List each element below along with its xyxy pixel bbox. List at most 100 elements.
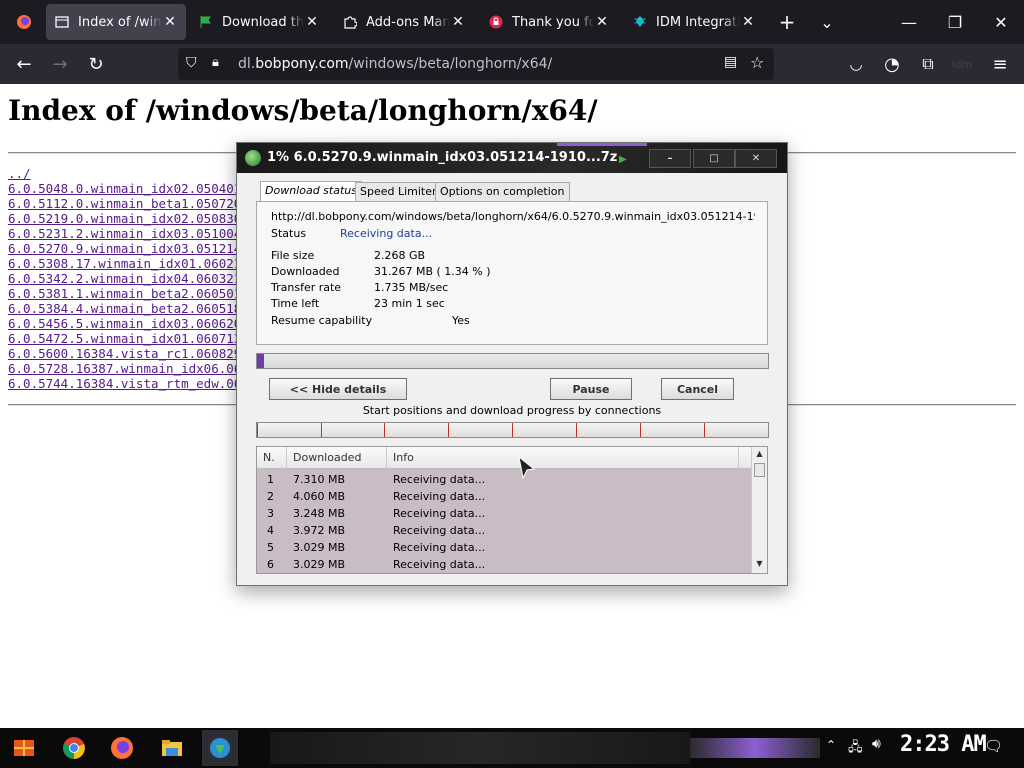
close-window-button[interactable]: ✕ <box>978 0 1024 44</box>
idm-extension-button[interactable]: idm <box>946 48 978 80</box>
file-link[interactable]: 6.0.5048.0.winmain_idx02.050401-0 <box>8 181 248 196</box>
minimize-button[interactable]: – <box>649 149 691 168</box>
account-button[interactable]: ◔ <box>876 48 908 80</box>
chrome-icon <box>63 737 85 759</box>
connections-progress-bar <box>256 422 769 438</box>
taskbar-chrome[interactable] <box>56 730 92 766</box>
file-size-value: 2.268 GB <box>374 249 426 262</box>
start-button[interactable] <box>6 730 42 766</box>
tab-speed-limiter[interactable]: Speed Limiter <box>355 182 442 201</box>
file-link[interactable]: 6.0.5308.17.winmain_idx01.060217- <box>8 256 248 271</box>
table-row[interactable]: 1 7.310 MB Receiving data... <box>257 471 751 488</box>
table-scrollbar[interactable]: ▲ ▼ <box>751 447 767 573</box>
tab-label: Add-ons Manager <box>366 14 450 30</box>
back-button[interactable]: ← <box>8 48 40 80</box>
transfer-rate-value: 1.735 MB/sec <box>374 281 449 294</box>
close-icon[interactable]: ✕ <box>450 14 466 30</box>
row-downloaded: 3.248 MB <box>293 507 346 520</box>
scroll-up-icon[interactable]: ▲ <box>754 449 765 461</box>
file-link[interactable]: 6.0.5112.0.winmain_beta1.050720-1 <box>8 196 248 211</box>
flag-icon: ▶ <box>619 154 627 165</box>
table-row[interactable]: 5 3.029 MB Receiving data... <box>257 539 751 556</box>
table-row[interactable]: 3 3.248 MB Receiving data... <box>257 505 751 522</box>
taskbar-file-explorer[interactable] <box>154 730 190 766</box>
tab-options-on-completion[interactable]: Options on completion <box>435 182 570 201</box>
reload-button[interactable]: ↻ <box>80 48 112 80</box>
row-downloaded: 3.029 MB <box>293 541 346 554</box>
row-info: Receiving data... <box>393 541 486 554</box>
file-link[interactable]: 6.0.5728.16387.winmain_idx06.0609 <box>8 361 248 376</box>
parent-directory-link[interactable]: ../ <box>8 166 248 181</box>
status-label: Status <box>271 227 307 240</box>
dialog-titlebar[interactable]: 1% 6.0.5270.9.winmain_idx03.051214-1910.… <box>237 143 787 173</box>
url-bar[interactable]: ⛉ 🔒︎ dl.bobpony.com/windows/beta/longhor… <box>178 48 774 80</box>
idm-icon: idm <box>951 57 973 71</box>
taskbar-idm[interactable] <box>202 730 238 766</box>
shield-icon[interactable]: ⛉ <box>186 55 197 71</box>
row-number: 3 <box>267 507 274 520</box>
hide-details-button[interactable]: << Hide details <box>269 378 407 400</box>
file-link[interactable]: 6.0.5456.5.winmain_idx03.060620-1 <box>8 316 248 331</box>
hamburger-icon: ≡ <box>992 53 1008 75</box>
file-link[interactable]: 6.0.5342.2.winmain_idx04.060321-1 <box>8 271 248 286</box>
tab-index-of[interactable]: Index of /windows/beta/longhorn/x64/ ✕ <box>46 4 186 40</box>
minimize-button[interactable]: — <box>886 0 932 44</box>
close-icon[interactable]: ✕ <box>594 14 610 30</box>
network-icon[interactable]: 🖧︎ <box>848 738 863 760</box>
firefox-view-button[interactable] <box>8 4 40 40</box>
reader-view-icon[interactable]: ▤ <box>724 54 737 70</box>
idm-icon <box>245 150 261 166</box>
menu-button[interactable]: ≡ <box>984 48 1016 80</box>
file-link[interactable]: 6.0.5600.16384.vista_rc1.060829-2 <box>8 346 248 361</box>
cancel-button[interactable]: Cancel <box>661 378 734 400</box>
file-link[interactable]: 6.0.5219.0.winmain_idx02.050830-2 <box>8 211 248 226</box>
close-icon[interactable]: ✕ <box>304 14 320 30</box>
reload-icon: ↻ <box>88 53 104 75</box>
row-info: Receiving data... <box>393 558 486 571</box>
scroll-thumb[interactable] <box>754 463 765 477</box>
taskbar-firefox[interactable] <box>104 730 140 766</box>
file-link[interactable]: 6.0.5381.1.winmain_beta2.060501-1 <box>8 286 248 301</box>
row-info: Receiving data... <box>393 507 486 520</box>
extensions-button[interactable]: ⧉ <box>912 48 944 80</box>
row-number: 6 <box>267 558 274 571</box>
column-header-n[interactable]: N. <box>257 447 287 469</box>
bookmark-star-icon[interactable]: ☆ <box>750 53 764 72</box>
account-icon: ◔ <box>884 53 900 75</box>
file-link[interactable]: 6.0.5744.16384.vista_rtm_edw.0610 <box>8 376 248 391</box>
tab-thank-you[interactable]: Thank you for IDM ✕ <box>480 4 618 40</box>
tab-label: Download the latest <box>222 14 304 30</box>
tab-label: Thank you for IDM <box>512 14 594 30</box>
puzzle-icon <box>342 14 358 30</box>
close-button[interactable]: ✕ <box>735 149 777 168</box>
column-header-downloaded[interactable]: Downloaded <box>287 447 387 469</box>
lock-icon[interactable]: 🔒︎ <box>212 55 219 70</box>
tab-download[interactable]: Download the latest ✕ <box>190 4 328 40</box>
table-row[interactable]: 6 3.029 MB Receiving data... <box>257 556 751 573</box>
close-icon[interactable]: ✕ <box>162 14 178 30</box>
tab-addons[interactable]: Add-ons Manager ✕ <box>334 4 474 40</box>
taskbar-clock[interactable]: 2:23 AM <box>900 732 987 757</box>
column-header-info[interactable]: Info <box>387 447 739 469</box>
pocket-button[interactable]: ◡ <box>840 48 872 80</box>
lock-icon <box>488 14 504 30</box>
file-link[interactable]: 6.0.5270.9.winmain_idx03.051214-1 <box>8 241 248 256</box>
file-link[interactable]: 6.0.5384.4.winmain_beta2.060518-1 <box>8 301 248 316</box>
notification-icon[interactable]: 🗨︎ <box>984 737 1003 755</box>
forward-button[interactable]: → <box>44 48 76 80</box>
restore-button[interactable]: ❐ <box>932 0 978 44</box>
table-row[interactable]: 2 4.060 MB Receiving data... <box>257 488 751 505</box>
tab-idm-integration[interactable]: IDM Integration ✕ <box>624 4 764 40</box>
scroll-down-icon[interactable]: ▼ <box>754 559 765 571</box>
list-tabs-button[interactable]: ⌄ <box>804 0 850 44</box>
tab-download-status[interactable]: Download status <box>260 181 362 202</box>
file-link[interactable]: 6.0.5231.2.winmain_idx03.051004-2 <box>8 226 248 241</box>
table-row[interactable]: 4 3.972 MB Receiving data... <box>257 522 751 539</box>
chevron-up-icon[interactable]: ⌃ <box>826 738 836 752</box>
volume-icon[interactable]: 🔊︎ <box>872 736 881 752</box>
file-link[interactable]: 6.0.5472.5.winmain_idx01.060713-1 <box>8 331 248 346</box>
maximize-button[interactable]: □ <box>693 149 735 168</box>
close-icon[interactable]: ✕ <box>740 14 756 30</box>
arrow-left-icon: ← <box>16 53 32 75</box>
pause-button[interactable]: Pause <box>550 378 632 400</box>
